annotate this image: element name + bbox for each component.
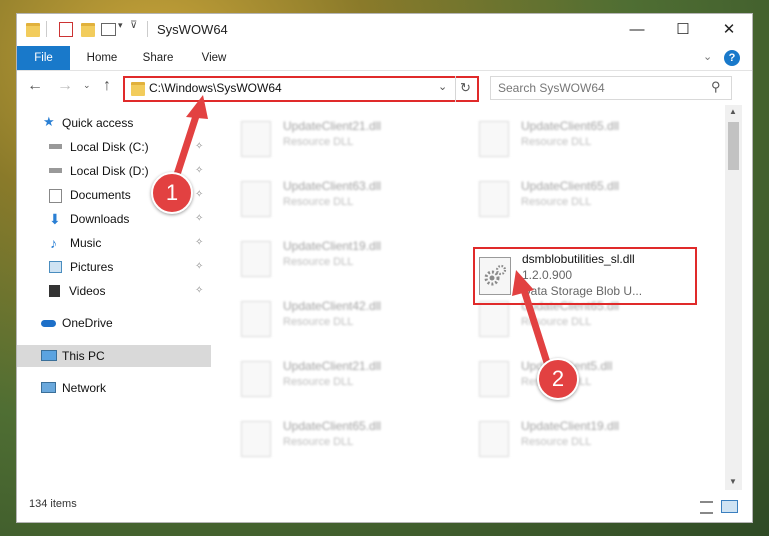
arrow-head-2 (512, 270, 534, 296)
annotation-arrows (168, 95, 554, 376)
step-badge-1: 1 (151, 172, 193, 214)
step-badge-2: 2 (537, 358, 579, 400)
arrow-head-1 (186, 95, 208, 119)
annotation-arrow-2 (520, 286, 554, 376)
